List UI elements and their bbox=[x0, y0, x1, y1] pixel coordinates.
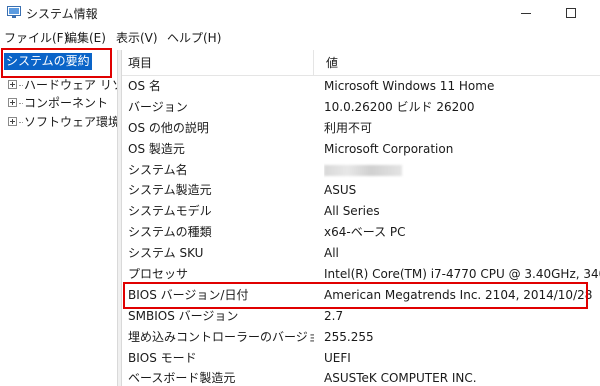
table-row[interactable]: システム SKU All bbox=[122, 243, 600, 264]
tree-item-system-summary[interactable]: システムの要約 bbox=[4, 53, 92, 70]
category-tree: システムの要約 ハードウェア リソース コンポーネント ソフトウェア環境 bbox=[0, 50, 117, 386]
tree-item-label: ハードウェア リソース bbox=[24, 78, 117, 92]
row-item: OS の他の説明 bbox=[128, 120, 209, 135]
row-item: SMBIOS バージョン bbox=[128, 308, 239, 323]
row-value: Microsoft Windows 11 Home bbox=[324, 79, 495, 93]
row-item: システムの種類 bbox=[128, 225, 212, 240]
menu-file[interactable]: ファイル(F) bbox=[4, 29, 68, 46]
table-row[interactable]: システム製造元 ASUS bbox=[122, 180, 600, 201]
row-item: システムモデル bbox=[128, 204, 212, 219]
row-item: システム SKU bbox=[128, 246, 204, 261]
row-value: Microsoft Corporation bbox=[324, 141, 454, 156]
table-row[interactable]: SMBIOS バージョン 2.7 bbox=[122, 306, 600, 327]
row-item: システム名 bbox=[128, 162, 188, 177]
table-row[interactable]: OS の他の説明 利用不可 bbox=[122, 118, 600, 139]
tree-connector bbox=[19, 122, 23, 123]
minimize-icon bbox=[521, 13, 531, 14]
menu-view[interactable]: 表示(V) bbox=[116, 29, 158, 46]
row-value: ASUS bbox=[324, 183, 357, 198]
maximize-button[interactable] bbox=[552, 0, 592, 26]
tree-item-label: コンポーネント bbox=[24, 96, 109, 110]
row-value: ASUSTeK COMPUTER INC. bbox=[324, 371, 477, 386]
window-title: システム情報 bbox=[26, 7, 98, 21]
expand-icon[interactable] bbox=[8, 117, 17, 126]
row-item: BIOS バージョン/日付 bbox=[128, 287, 249, 302]
table-row[interactable]: BIOS モード UEFI bbox=[122, 348, 600, 369]
system-info-icon bbox=[7, 6, 21, 18]
row-item: 埋め込みコントローラーのバージョン bbox=[128, 329, 314, 344]
table-row[interactable]: BIOS バージョン/日付 American Megatrends Inc. 21… bbox=[122, 285, 600, 306]
details-list: 項目 値 OS 名 Microsoft Windows 11 Home バージョン 1… bbox=[122, 50, 600, 386]
menu-help[interactable]: ヘルプ(H) bbox=[167, 29, 221, 46]
table-row[interactable]: プロセッサ Intel(R) Core(TM) i7-4770 CPU @ 3.4… bbox=[122, 264, 600, 285]
table-row[interactable]: システムモデル All Series bbox=[122, 201, 600, 222]
minimize-button[interactable] bbox=[507, 0, 547, 26]
table-row[interactable]: OS 製造元 Microsoft Corporation bbox=[122, 139, 600, 160]
row-value: UEFI bbox=[324, 350, 351, 365]
row-value bbox=[324, 160, 600, 181]
table-row[interactable]: 埋め込みコントローラーのバージョン 255.255 bbox=[122, 327, 600, 348]
maximize-icon bbox=[566, 8, 576, 18]
row-item: OS 製造元 bbox=[128, 141, 185, 156]
table-row[interactable]: OS 名 Microsoft Windows 11 Home bbox=[122, 76, 600, 97]
row-item: ベースボード製造元 bbox=[128, 371, 236, 386]
tree-item-label: ソフトウェア環境 bbox=[24, 115, 117, 129]
row-value: 255.255 bbox=[324, 329, 374, 344]
row-item: OS 名 bbox=[128, 79, 161, 93]
tree-item-components[interactable]: コンポーネント bbox=[8, 95, 108, 111]
expand-icon[interactable] bbox=[8, 80, 17, 89]
expand-icon[interactable] bbox=[8, 98, 17, 107]
table-row[interactable]: バージョン 10.0.26200 ビルド 26200 bbox=[122, 97, 600, 118]
table-row[interactable]: システム名 bbox=[122, 160, 600, 181]
row-value: x64-ベース PC bbox=[324, 225, 406, 240]
row-value: All Series bbox=[324, 204, 380, 219]
tree-item-software-environment[interactable]: ソフトウェア環境 bbox=[8, 114, 117, 130]
row-item: プロセッサ bbox=[128, 267, 189, 282]
tree-item-hardware-resources[interactable]: ハードウェア リソース bbox=[8, 77, 117, 93]
menu-bar: ファイル(F) 編集(E) 表示(V) ヘルプ(H) bbox=[0, 26, 600, 46]
column-header-item[interactable]: 項目 bbox=[122, 50, 314, 76]
table-row[interactable]: システムの種類 x64-ベース PC bbox=[122, 222, 600, 243]
row-item: BIOS モード bbox=[128, 350, 197, 365]
tree-connector bbox=[19, 85, 23, 86]
row-value: 2.7 bbox=[324, 308, 344, 323]
tree-connector bbox=[19, 103, 23, 104]
title-bar: システム情報 bbox=[0, 0, 600, 26]
list-rows: OS 名 Microsoft Windows 11 Home バージョン 10.0.2… bbox=[122, 76, 600, 386]
row-item: システム製造元 bbox=[128, 183, 212, 198]
row-value: 10.0.26200 ビルド 26200 bbox=[324, 99, 475, 114]
redacted-value bbox=[324, 164, 402, 176]
row-value: American Megatrends Inc. 2104, 2014/10/2… bbox=[324, 287, 593, 302]
table-row[interactable]: ベースボード製造元 ASUSTeK COMPUTER INC. bbox=[122, 368, 600, 386]
row-value: Intel(R) Core(TM) i7-4770 CPU @ 3.40GHz,… bbox=[324, 267, 600, 282]
row-value: 利用不可 bbox=[324, 120, 373, 135]
row-value: All bbox=[324, 246, 339, 261]
column-header-value[interactable]: 値 bbox=[314, 50, 600, 76]
menu-edit[interactable]: 編集(E) bbox=[65, 29, 106, 46]
row-item: バージョン bbox=[128, 99, 188, 114]
